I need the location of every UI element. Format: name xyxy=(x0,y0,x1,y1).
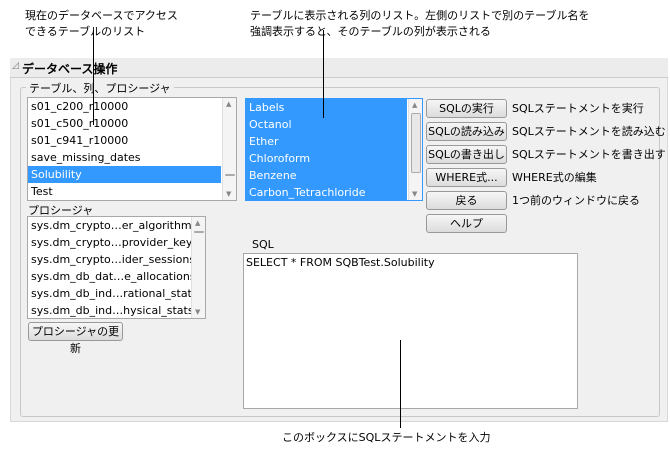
list-item[interactable]: Octanol xyxy=(246,116,407,133)
button-description: SQLステートメントを読み込む xyxy=(512,125,666,138)
sql-label: SQL xyxy=(252,238,274,251)
list-item[interactable]: Solubility xyxy=(28,166,221,183)
list-item[interactable]: sys.dm_db_ind…rational_stats;0 xyxy=(28,285,205,302)
list-item[interactable]: s01_c941_r10000 xyxy=(28,132,221,149)
scrollbar[interactable]: ▲ ▼ xyxy=(222,98,236,200)
list-item[interactable]: sys.dm_crypto…er_algorithms;0 xyxy=(28,217,205,234)
tables-annotation: 現在のデータベースでアクセス できるテーブルのリスト xyxy=(25,8,178,40)
sql-input[interactable]: SELECT * FROM SQBTest.Solubility xyxy=(243,253,578,409)
scroll-up-icon[interactable]: ▲ xyxy=(195,219,200,227)
button-description: SQLステートメントを実行 xyxy=(512,102,644,115)
procedures-list[interactable]: sys.dm_crypto…er_algorithms;0 sys.dm_cryp… xyxy=(27,216,206,319)
list-item[interactable]: save_missing_dates xyxy=(28,149,221,166)
annotation-text: できるテーブルのリスト xyxy=(25,25,146,38)
scroll-thumb[interactable] xyxy=(194,231,204,233)
columns-list[interactable]: Labels Octanol Ether Chloroform Benzene Carbo… xyxy=(245,98,423,201)
sql-annotation: このボックスにSQLステートメントを入力 xyxy=(282,431,491,444)
list-item[interactable]: Test xyxy=(28,183,221,200)
action-button[interactable]: SQLの書き出し xyxy=(426,145,507,164)
tables-list[interactable]: s01_c200_r10000 s01_c500_r10000 s01_c941_r… xyxy=(27,97,237,201)
action-button[interactable]: 戻る xyxy=(426,191,507,210)
list-item[interactable]: Ether xyxy=(246,133,407,150)
scroll-down-icon[interactable]: ▼ xyxy=(195,308,200,316)
panel-title: データベース操作 xyxy=(22,62,118,76)
scroll-down-icon[interactable]: ▼ xyxy=(226,190,231,198)
group-label: テーブル、列、プロシージャ xyxy=(26,80,174,96)
annotation-line xyxy=(400,340,401,428)
list-item[interactable]: s01_c200_r10000 xyxy=(28,98,221,115)
sql-text[interactable]: SELECT * FROM SQBTest.Solubility xyxy=(246,256,435,269)
scroll-up-icon[interactable]: ▲ xyxy=(226,100,231,108)
columns-annotation: テーブルに表示される列のリスト。左側のリストで別のテーブル名を 強調表示すると、… xyxy=(250,8,589,40)
list-item[interactable]: Benzene xyxy=(246,167,407,184)
annotation-text: テーブルに表示される列のリスト。左側のリストで別のテーブル名を xyxy=(250,9,590,22)
action-button[interactable]: ヘルプ xyxy=(426,214,507,233)
scrollbar[interactable]: ▲ ▼ xyxy=(191,217,205,318)
list-item[interactable]: sys.dm_crypto…ider_sessions;0 xyxy=(28,251,205,268)
annotation-text: 強調表示すると、そのテーブルの列が表示される xyxy=(250,25,491,38)
list-item[interactable]: sys.dm_crypto…provider_keys;0 xyxy=(28,234,205,251)
list-item[interactable]: Chloroform xyxy=(246,150,407,167)
scroll-down-icon[interactable]: ▼ xyxy=(412,190,417,198)
annotation-text: 現在のデータベースでアクセス xyxy=(25,9,178,22)
button-description: WHERE式の編集 xyxy=(512,171,597,184)
action-button[interactable]: SQLの実行 xyxy=(426,99,507,118)
list-item[interactable]: s01_c500_r10000 xyxy=(28,115,221,132)
action-button[interactable]: WHERE式... xyxy=(426,168,507,187)
list-item[interactable]: Carbon_Tetrachloride xyxy=(246,184,407,200)
list-item[interactable]: sys.dm_db_ind…hysical_stats;0 xyxy=(28,302,204,318)
action-button[interactable]: SQLの読み込み xyxy=(426,122,507,141)
scrollbar[interactable]: ▲ ▼ xyxy=(408,99,422,200)
scroll-thumb[interactable] xyxy=(411,113,421,173)
disclosure-triangle-icon[interactable]: ◿ xyxy=(12,61,19,71)
scroll-thumb[interactable] xyxy=(225,174,235,176)
annotation-line xyxy=(323,30,324,118)
button-description: SQLステートメントを書き出す xyxy=(512,148,666,161)
annotation-line xyxy=(93,30,94,125)
scroll-up-icon[interactable]: ▲ xyxy=(412,101,417,109)
list-item[interactable]: sys.dm_db_dat…e_allocations;0 xyxy=(28,268,205,285)
refresh-procedures-button[interactable]: プロシージャの更新 xyxy=(28,322,123,355)
panel-header: ◿ データベース操作 xyxy=(10,58,668,78)
button-description: 1つ前のウィンドウに戻る xyxy=(512,194,640,207)
list-item[interactable]: Labels xyxy=(246,99,407,116)
